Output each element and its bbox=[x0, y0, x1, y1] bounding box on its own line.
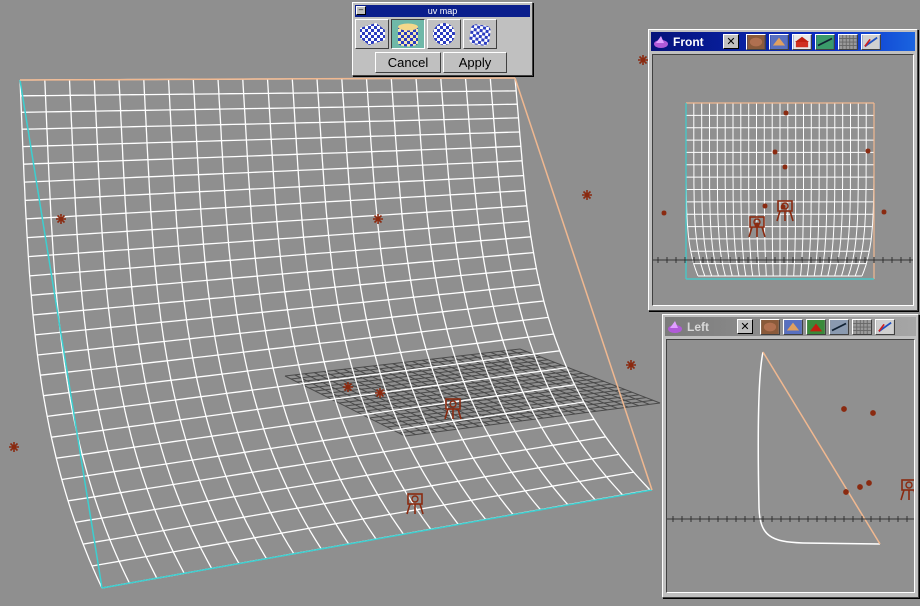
left-viewport[interactable] bbox=[666, 339, 915, 593]
left-profile bbox=[757, 351, 881, 545]
cubic-projection-button[interactable] bbox=[463, 19, 497, 49]
close-button[interactable]: ✕ bbox=[737, 319, 753, 334]
window-title: Left bbox=[687, 319, 709, 334]
spherical-projection-icon bbox=[433, 23, 455, 45]
front-view-titlebar[interactable]: Front ✕ bbox=[651, 32, 915, 51]
wireframe-mode-icon[interactable] bbox=[815, 33, 835, 50]
render-view-icon[interactable] bbox=[792, 33, 812, 50]
textured-view-icon[interactable] bbox=[760, 318, 780, 335]
front-viewport[interactable] bbox=[652, 54, 914, 306]
textured-view-icon[interactable] bbox=[746, 33, 766, 50]
lit-view-icon[interactable] bbox=[783, 318, 803, 335]
left-viewport-canvas[interactable] bbox=[667, 340, 914, 592]
front-viewport-canvas[interactable] bbox=[653, 55, 913, 305]
axis-view-icon[interactable] bbox=[861, 33, 881, 50]
projection-frame bbox=[19, 77, 653, 589]
left-view-titlebar[interactable]: Left ✕ bbox=[665, 317, 916, 336]
wireframe-mode-icon[interactable] bbox=[829, 318, 849, 335]
left-view-window: Left ✕ bbox=[662, 314, 919, 598]
cubic-projection-icon bbox=[469, 24, 491, 46]
apply-button[interactable]: Apply bbox=[443, 52, 507, 73]
uv-map-dialog: – uv map Cancel Apply bbox=[352, 2, 533, 76]
grid-view-icon[interactable] bbox=[852, 318, 872, 335]
spherical-projection-button[interactable] bbox=[427, 19, 461, 49]
left-axis bbox=[667, 516, 914, 522]
cancel-button[interactable]: Cancel bbox=[375, 52, 441, 73]
grid-view-icon[interactable] bbox=[838, 33, 858, 50]
close-button[interactable]: ✕ bbox=[723, 34, 739, 49]
front-view-window: Front ✕ bbox=[648, 29, 918, 311]
window-title: Front bbox=[673, 34, 704, 49]
planar-projection-button[interactable] bbox=[355, 19, 389, 49]
axis-view-icon[interactable] bbox=[875, 318, 895, 335]
viewport-icon bbox=[654, 35, 668, 48]
dialog-title: uv map bbox=[427, 6, 458, 16]
viewport-icon bbox=[668, 320, 682, 333]
cylindrical-projection-icon bbox=[398, 23, 418, 47]
lit-view-icon[interactable] bbox=[769, 33, 789, 50]
render-view-icon[interactable] bbox=[806, 318, 826, 335]
uv-mesh-surface bbox=[19, 77, 651, 589]
left-lights bbox=[841, 406, 914, 501]
planar-projection-icon bbox=[360, 23, 385, 45]
front-mesh bbox=[685, 102, 875, 280]
cylindrical-projection-button[interactable] bbox=[391, 19, 425, 49]
uv-map-titlebar[interactable]: – uv map bbox=[355, 5, 530, 17]
